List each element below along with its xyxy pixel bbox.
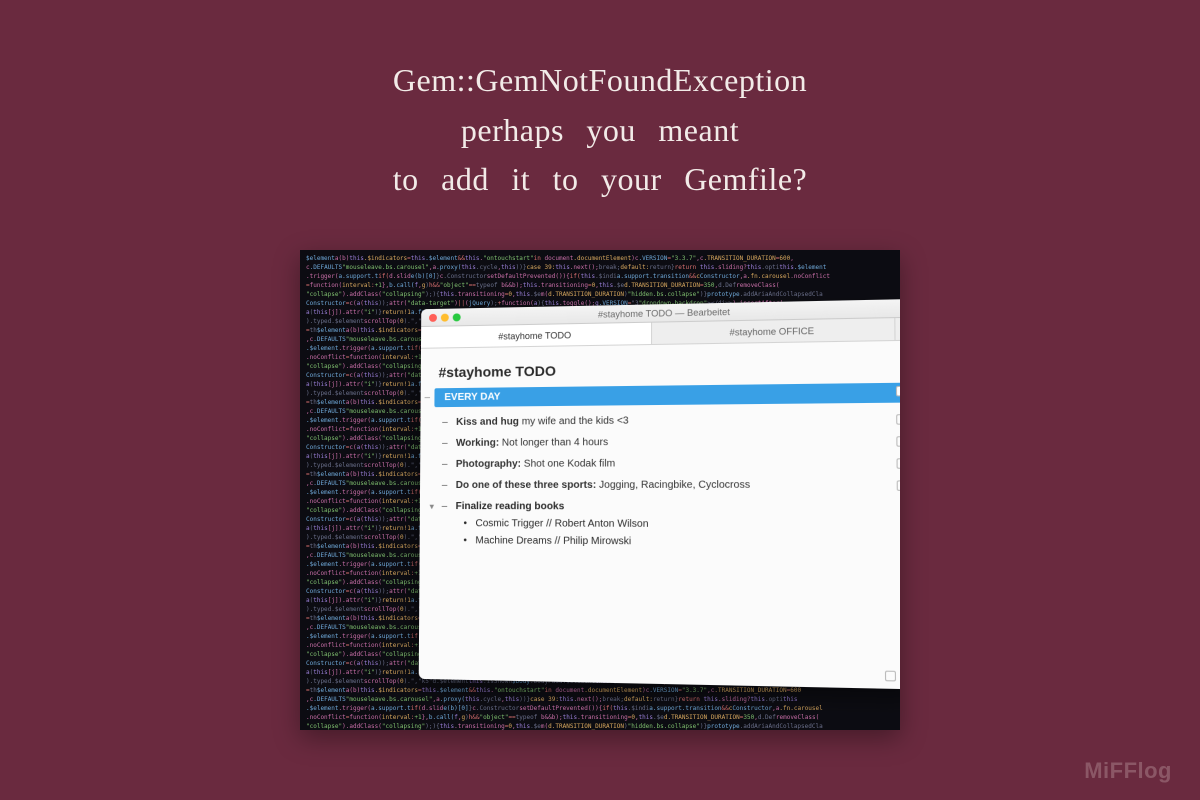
editor-footer-controls: ⊕: [885, 668, 900, 682]
headline-line-2: perhaps you meant: [0, 106, 1200, 156]
tab-todo[interactable]: #stayhome TODO: [421, 323, 652, 348]
item-checkbox[interactable]: [897, 480, 900, 491]
document-title: #stayhome TODO: [439, 358, 900, 381]
list-item[interactable]: Photography: Shot one Kodak film: [456, 457, 900, 470]
document-area[interactable]: #stayhome TODO EVERY DAY Kiss and hug my…: [420, 341, 900, 566]
footer-checkbox-icon[interactable]: [885, 670, 896, 681]
item-checkbox[interactable]: [896, 458, 900, 469]
item-bold: Do one of these three sports:: [456, 480, 597, 491]
screenshot-photo: $elementa(b)this.$indicators=this.$eleme…: [300, 250, 900, 730]
headline-line-1: Gem::GemNotFoundException: [0, 56, 1200, 106]
section-checkbox[interactable]: [896, 386, 900, 397]
item-checkbox[interactable]: [896, 414, 900, 425]
item-rest: Jogging, Racingbike, Cyclocross: [596, 480, 750, 491]
list-item[interactable]: Working: Not longer than 4 hours: [456, 435, 900, 449]
item-rest: Shot one Kodak film: [521, 458, 615, 469]
item-bold: Working:: [456, 438, 499, 449]
section-every-day[interactable]: EVERY DAY: [434, 383, 900, 407]
tab-office[interactable]: #stayhome OFFICE: [652, 318, 895, 344]
headline-block: Gem::GemNotFoundException perhaps you me…: [0, 0, 1200, 205]
item-bold: Kiss and hug: [456, 416, 519, 428]
list-item[interactable]: Do one of these three sports: Jogging, R…: [456, 479, 900, 491]
section-label: EVERY DAY: [444, 392, 500, 404]
item-rest: my wife and the kids <3: [519, 415, 629, 427]
editor-window: #stayhome TODO — Bearbeitet #stayhome TO…: [419, 299, 900, 690]
bullet-item[interactable]: Machine Dreams // Philip Mirowski: [475, 535, 900, 549]
sub-heading-label: Finalize reading books: [456, 501, 565, 512]
bullet-item[interactable]: Cosmic Trigger // Robert Anton Wilson: [475, 518, 900, 531]
caret-down-icon[interactable]: ▾: [430, 502, 434, 511]
headline-line-3: to add it to your Gemfile?: [0, 155, 1200, 205]
sub-heading[interactable]: ▾ Finalize reading books: [456, 501, 900, 513]
item-checkbox[interactable]: [896, 436, 900, 447]
new-tab-button[interactable]: +: [895, 318, 900, 340]
item-rest: Not longer than 4 hours: [499, 437, 608, 449]
watermark: MiFFlog: [1084, 758, 1172, 784]
item-bold: Photography:: [456, 459, 521, 470]
list-item[interactable]: Kiss and hug my wife and the kids <3: [456, 413, 900, 428]
